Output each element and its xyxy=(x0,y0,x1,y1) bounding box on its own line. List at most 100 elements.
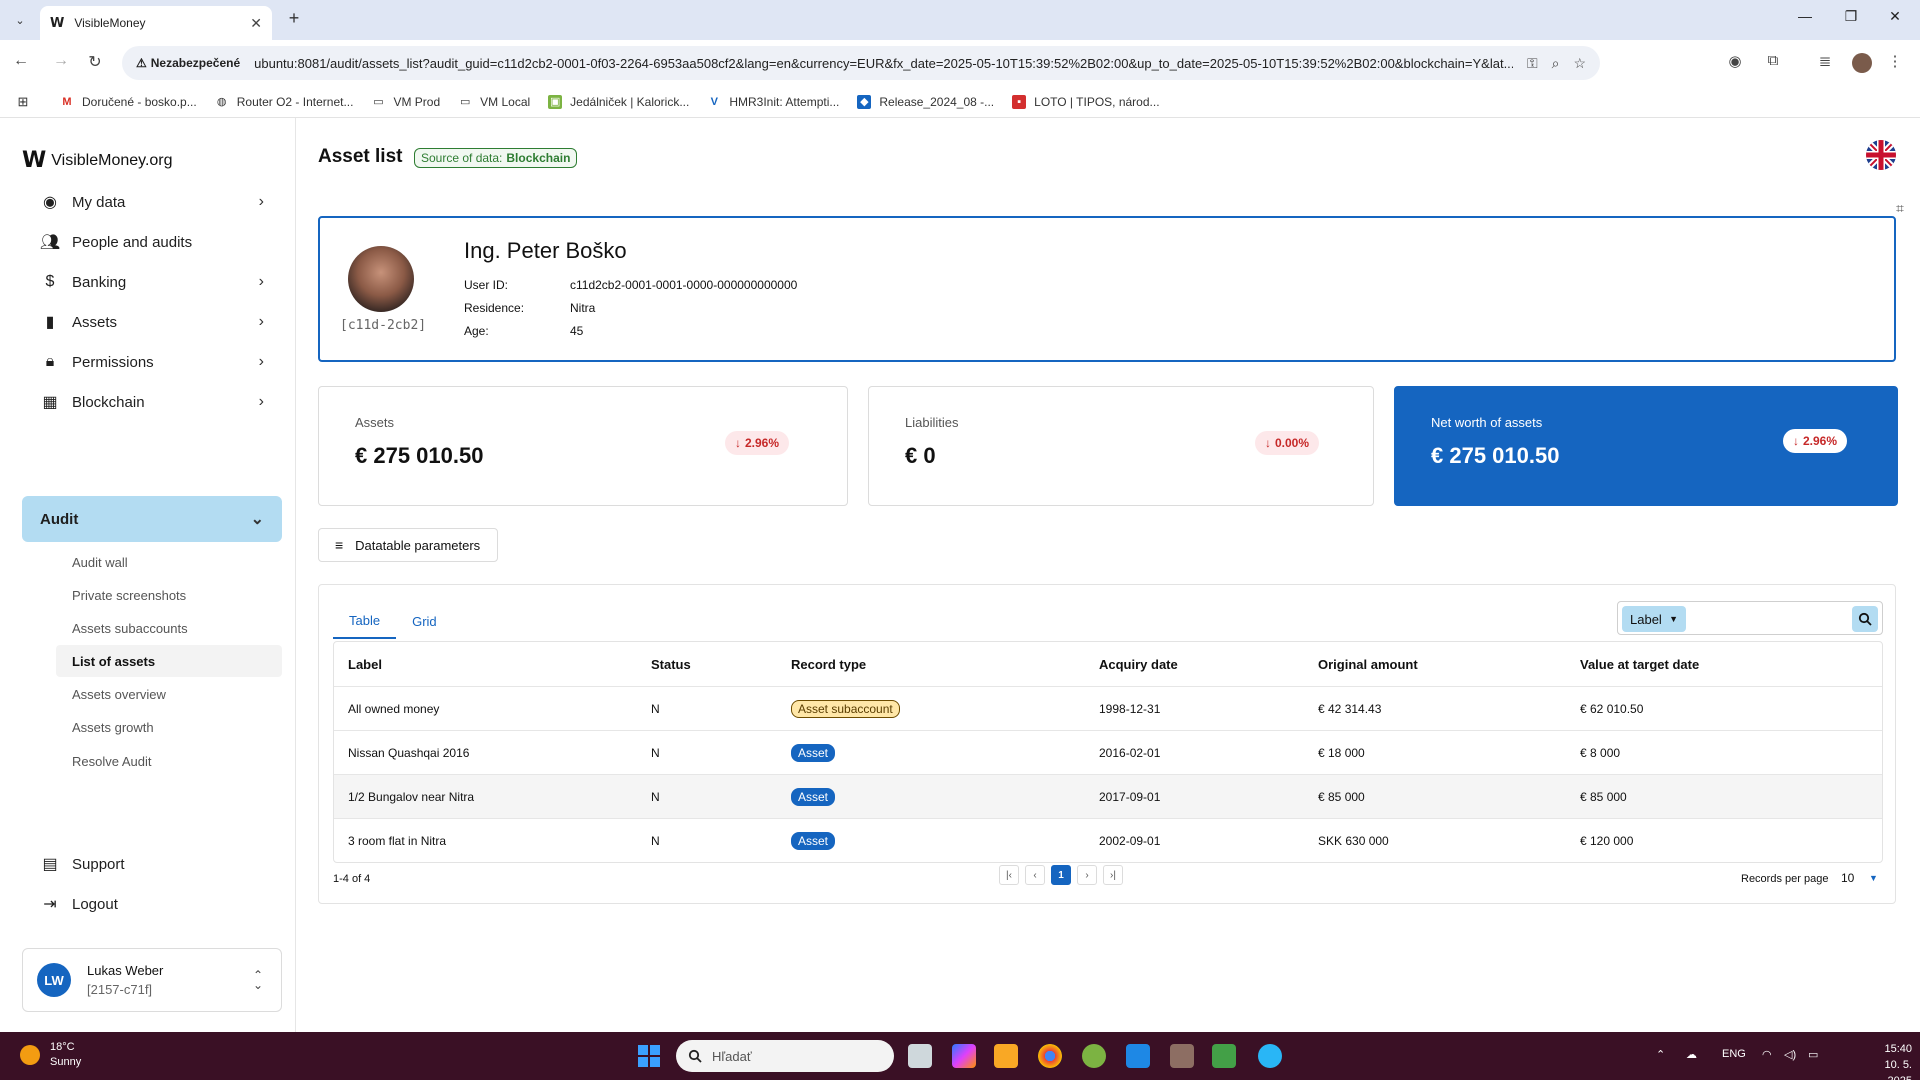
bookmark-item[interactable]: V HMR3Init: Attempti... xyxy=(707,95,840,109)
wifi-icon[interactable]: ◠ xyxy=(1762,1048,1772,1061)
app-globe-icon[interactable] xyxy=(1258,1044,1282,1068)
tab-close-icon[interactable]: ✕ xyxy=(250,15,262,32)
sidebar-item-blockchain[interactable]: ▦ Blockchain › xyxy=(22,380,282,424)
onedrive-cloud-icon[interactable]: ☁ xyxy=(1686,1048,1697,1061)
column-header-original-amount[interactable]: Original amount xyxy=(1318,657,1580,672)
bookmark-item[interactable]: ▪ LOTO | TIPOS, národ... xyxy=(1012,94,1160,109)
subnav-assets-subaccounts[interactable]: Assets subaccounts xyxy=(56,612,282,644)
apps-grid-icon[interactable]: ⊞ xyxy=(16,94,38,109)
zoom-icon[interactable]: ⌕ xyxy=(1552,55,1560,72)
app-brown-icon[interactable] xyxy=(1170,1044,1194,1068)
sidebar-item-permissions[interactable]: 🔒︎ Permissions › xyxy=(22,340,282,384)
records-per-page-label: Records per page xyxy=(1741,873,1829,885)
task-view-icon[interactable] xyxy=(908,1044,932,1068)
visual-studio-code-icon[interactable] xyxy=(1126,1044,1150,1068)
column-header-value-at-target-date[interactable]: Value at target date xyxy=(1580,657,1880,672)
last-page-icon[interactable]: ›| xyxy=(1103,865,1123,885)
reload-icon[interactable]: ↻ xyxy=(84,52,106,72)
vbox-icon: V xyxy=(710,95,719,108)
tab-table[interactable]: Table xyxy=(333,603,397,639)
battery-icon[interactable]: ▭ xyxy=(1808,1048,1818,1061)
column-header-acquiry-date[interactable]: Acquiry date xyxy=(1099,657,1318,672)
brand[interactable]: W VisibleMoney.org xyxy=(22,148,173,173)
tray-chevron-up-icon[interactable]: ⌃ xyxy=(1656,1048,1665,1061)
tab-grid[interactable]: Grid xyxy=(396,603,453,639)
bookmark-star-icon[interactable]: ☆ xyxy=(1573,55,1586,72)
chevron-right-icon: › xyxy=(258,393,264,410)
tab-search-chevron-icon[interactable]: ⌄ xyxy=(8,8,32,32)
cell-label: 3 room flat in Nitra xyxy=(348,833,447,848)
column-header-record-type[interactable]: Record type xyxy=(791,657,1099,672)
page-button[interactable]: 1 xyxy=(1051,865,1071,885)
chevron-right-icon: › xyxy=(258,273,264,290)
table-row[interactable]: 1/2 Bungalov near Nitra N Asset 2017-09-… xyxy=(334,774,1882,818)
forward-arrow-icon[interactable]: → xyxy=(50,52,72,70)
browser-menu-icon[interactable]: ⋮ xyxy=(1884,52,1906,70)
table-row[interactable]: Nissan Quashqai 2016 N Asset 2016-02-01 … xyxy=(334,730,1882,774)
copilot-icon[interactable] xyxy=(952,1044,976,1068)
records-per-page-select[interactable]: 10 xyxy=(1841,871,1854,885)
minimize-icon[interactable]: — xyxy=(1790,8,1820,24)
subnav-audit-wall[interactable]: Audit wall xyxy=(56,546,282,578)
restore-icon[interactable]: ❐ xyxy=(1836,8,1866,25)
bookmark-item[interactable]: ▣ Jedálniček | Kalorick... xyxy=(548,94,689,109)
chrome-icon[interactable] xyxy=(1038,1044,1062,1068)
weather-widget[interactable]: 18°C Sunny xyxy=(20,1040,81,1070)
subnav-assets-growth[interactable]: Assets growth xyxy=(56,711,282,743)
sidebar-item-audit[interactable]: Audit ⌄ xyxy=(22,496,282,542)
bookmark-item[interactable]: ▭ VM Local xyxy=(458,95,530,109)
omnibox[interactable]: ⚠ Nezabezpečené ubuntu:8081/audit/assets_… xyxy=(122,46,1600,80)
file-explorer-icon[interactable] xyxy=(994,1044,1018,1068)
folder-icon: ▭ xyxy=(373,96,384,108)
notepad-plus-icon[interactable] xyxy=(1212,1044,1236,1068)
bookmark-item[interactable]: ◍ Router O2 - Internet... xyxy=(215,95,354,109)
system-clock[interactable]: 15:40 10. 5. 2025 xyxy=(1862,1041,1912,1080)
column-header-status[interactable]: Status xyxy=(651,657,791,672)
bookmark-item[interactable]: ◆ Release_2024_08 -... xyxy=(857,94,994,109)
extension-shield-icon[interactable]: ◉ xyxy=(1724,52,1746,70)
sidebar-item-logout[interactable]: ⇥ Logout xyxy=(22,882,282,926)
search-input[interactable] xyxy=(1694,606,1842,632)
back-arrow-icon[interactable]: ← xyxy=(10,52,32,70)
table-row[interactable]: All owned money N Asset subaccount 1998-… xyxy=(334,686,1882,730)
url-text[interactable]: ubuntu:8081/audit/assets_list?audit_guid… xyxy=(254,56,1513,71)
window-close-icon[interactable]: ✕ xyxy=(1880,8,1910,25)
prev-page-icon[interactable]: ‹ xyxy=(1025,865,1045,885)
sidebar-item-people-and-audits[interactable]: 👥︎ People and audits xyxy=(22,220,282,264)
browser-profile-avatar[interactable] xyxy=(1852,53,1872,73)
sidebar-item-banking[interactable]: $ Banking › xyxy=(22,260,282,304)
user-card[interactable]: LW Lukas Weber [2157-c71f] ⌃ ⌄ xyxy=(22,948,282,1012)
first-page-icon[interactable]: |‹ xyxy=(999,865,1019,885)
cell-value-target: € 85 000 xyxy=(1580,789,1627,804)
reading-list-icon[interactable]: ≣ xyxy=(1814,52,1836,70)
table-row[interactable]: 3 room flat in Nitra N Asset 2002-09-01 … xyxy=(334,818,1882,862)
sidebar-item-my-data[interactable]: ◉ My data › xyxy=(22,180,282,224)
new-tab-plus-icon[interactable]: + xyxy=(282,8,306,32)
caret-down-icon[interactable]: ▼ xyxy=(1869,873,1878,883)
extensions-puzzle-icon[interactable]: ⧉ xyxy=(1762,52,1784,69)
column-header-label[interactable]: Label xyxy=(334,657,651,672)
subnav-private-screenshots[interactable]: Private screenshots xyxy=(56,579,282,611)
not-secure-indicator[interactable]: ⚠ Nezabezpečené xyxy=(136,56,240,70)
subnav-assets-overview[interactable]: Assets overview xyxy=(56,678,282,710)
windows-start-icon[interactable] xyxy=(638,1045,660,1067)
bookmark-item[interactable]: M Doručené - bosko.p... xyxy=(60,95,196,109)
subnav-list-of-assets[interactable]: List of assets xyxy=(56,645,282,677)
browser-tab-bar: ⌄ W VisibleMoney ✕ + — ❐ ✕ xyxy=(0,0,1920,40)
input-language[interactable]: ENG xyxy=(1722,1048,1746,1060)
search-button[interactable] xyxy=(1852,606,1878,632)
browser-tab[interactable]: W VisibleMoney ✕ xyxy=(40,6,272,40)
password-key-icon[interactable]: ⚿ xyxy=(1527,55,1538,72)
sidebar-item-support[interactable]: ▤ Support xyxy=(22,842,282,886)
subnav-resolve-audit[interactable]: Resolve Audit xyxy=(56,745,282,777)
datatable-parameters-button[interactable]: ≡ Datatable parameters xyxy=(318,528,498,562)
uk-flag-icon[interactable] xyxy=(1866,140,1896,170)
search-field-select[interactable]: Label ▼ xyxy=(1622,606,1686,632)
volume-icon[interactable]: ◁) xyxy=(1784,1048,1796,1061)
taskbar-search[interactable]: Hľadať xyxy=(676,1040,894,1072)
next-page-icon[interactable]: › xyxy=(1077,865,1097,885)
sidebar-item-assets[interactable]: ▮ Assets › xyxy=(22,300,282,344)
app-green-icon[interactable] xyxy=(1082,1044,1106,1068)
bookmark-item[interactable]: ▭ VM Prod xyxy=(371,95,440,109)
camera-screenshot-icon[interactable]: ⌗ xyxy=(1896,200,1904,217)
